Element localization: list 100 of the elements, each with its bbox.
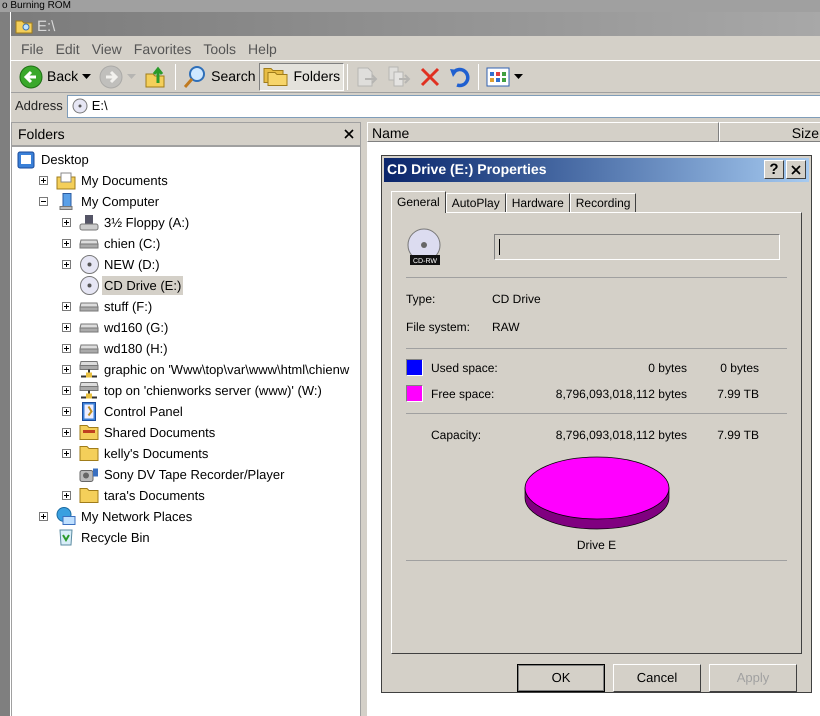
tree-item[interactable]: 3½ Floppy (A:)	[102, 212, 192, 232]
folder-icon	[79, 446, 99, 461]
tab[interactable]: AutoPlay	[446, 192, 506, 212]
field-value: 7.99 TB	[716, 426, 759, 444]
field-value: 7.99 TB	[716, 386, 759, 403]
menu-item[interactable]: Help	[242, 38, 283, 60]
folders-button[interactable]: Folders	[259, 62, 344, 90]
tree-item[interactable]: chien (C:)	[102, 234, 162, 254]
floppy-drive-icon	[79, 214, 99, 230]
field-value: 0 bytes	[719, 360, 759, 377]
expand-toggle[interactable]	[62, 428, 71, 437]
folders-icon	[263, 66, 290, 86]
close-button[interactable]	[344, 129, 354, 139]
tree-item[interactable]: wd180 (H:)	[102, 338, 170, 358]
network-drive-icon	[79, 382, 99, 399]
tree-item[interactable]: CD Drive (E:)	[102, 276, 184, 296]
tree-item[interactable]: Recycle Bin	[79, 528, 152, 548]
field-label: Type:	[406, 290, 436, 308]
folder-icon	[15, 20, 33, 34]
hard-drive-icon	[79, 322, 99, 332]
tree-item[interactable]: stuff (F:)	[102, 296, 154, 316]
dialog-button[interactable]: OK	[517, 664, 605, 692]
caret-icon	[514, 74, 524, 79]
caret-icon	[82, 74, 92, 79]
hard-drive-icon	[79, 238, 99, 248]
tree-item[interactable]: NEW (D:)	[102, 254, 162, 274]
control-panel-icon	[82, 402, 96, 421]
address-field[interactable]: E:\	[66, 94, 820, 118]
menu-item[interactable]: File	[15, 38, 50, 60]
network-drive-icon	[79, 361, 99, 378]
menu-item[interactable]: Favorites	[128, 38, 198, 60]
views-icon	[486, 66, 510, 86]
chart-caption: Drive E	[576, 536, 616, 554]
tree-item[interactable]: My Network Places	[79, 506, 194, 526]
close-icon	[344, 129, 354, 139]
copy-to-icon	[387, 64, 412, 88]
hard-drive-icon	[79, 302, 99, 312]
delete-icon	[419, 66, 442, 88]
address-label: Address	[14, 97, 64, 116]
tree-item[interactable]: My Computer	[79, 192, 162, 212]
undo-icon	[449, 66, 472, 88]
tree-item[interactable]: top on 'chienworks server (www)' (W:)	[102, 380, 324, 400]
tree-item[interactable]: My Documents	[79, 170, 170, 190]
menu-item[interactable]: Tools	[197, 38, 242, 60]
dialog-button[interactable]: Cancel	[613, 664, 701, 692]
expand-toggle[interactable]	[62, 365, 71, 374]
tab[interactable]: General	[391, 190, 446, 213]
expand-toggle[interactable]	[62, 407, 71, 416]
tree-item[interactable]: graphic on 'Www\top\var\www\html\chienw	[102, 360, 352, 380]
expand-toggle[interactable]	[62, 260, 71, 269]
tab[interactable]: Recording	[570, 192, 636, 212]
expand-toggle[interactable]	[62, 239, 71, 248]
tree-item[interactable]: Control Panel	[102, 402, 185, 422]
tree-item[interactable]: Desktop	[39, 150, 91, 170]
help-button[interactable]: ?	[764, 160, 784, 180]
shared-folder-icon	[79, 425, 99, 440]
field-value: 8,796,093,018,112 bytes	[554, 426, 687, 444]
back-button[interactable]: Back	[15, 62, 96, 90]
pane-title: Folders	[18, 124, 65, 144]
field-value: 0 bytes	[647, 360, 687, 377]
tree-item[interactable]: tara's Documents	[102, 486, 207, 506]
tab[interactable]: Hardware	[506, 192, 570, 212]
expand-toggle[interactable]	[62, 491, 71, 500]
menu-item[interactable]: Edit	[50, 38, 86, 60]
column-header[interactable]: Name	[367, 122, 719, 142]
expand-toggle[interactable]	[39, 176, 48, 185]
recycle-bin-icon	[59, 529, 73, 546]
tree-item[interactable]: wd160 (G:)	[102, 318, 170, 338]
hard-drive-icon	[79, 344, 99, 354]
field-value: RAW	[492, 318, 520, 336]
search-button[interactable]: Search	[179, 62, 260, 90]
expand-toggle[interactable]	[62, 218, 71, 227]
tree-item[interactable]: Sony DV Tape Recorder/Player	[102, 464, 286, 484]
collapse-toggle[interactable]	[39, 197, 48, 206]
expand-toggle[interactable]	[62, 386, 71, 395]
column-header[interactable]: Size	[719, 122, 820, 142]
expand-toggle[interactable]	[62, 449, 71, 458]
close-icon	[791, 164, 801, 175]
network-places-icon	[56, 507, 76, 526]
expand-toggle[interactable]	[62, 302, 71, 311]
menu-item[interactable]: View	[86, 38, 128, 60]
drive-name-field[interactable]	[494, 234, 780, 260]
move-to-icon	[355, 64, 380, 88]
tree-item[interactable]: Shared Documents	[102, 422, 218, 442]
cd-icon	[72, 98, 88, 114]
expand-toggle[interactable]	[39, 512, 48, 521]
cd-icon	[80, 255, 98, 274]
field-value: CD Drive	[492, 290, 541, 308]
field-label: File system:	[406, 318, 472, 336]
tree-item[interactable]: kelly's Documents	[102, 444, 210, 464]
field-label: Free space:	[431, 386, 496, 403]
dialog-title: CD Drive (E:) Properties	[387, 160, 546, 180]
field-label: Used space:	[431, 360, 499, 377]
field-label: Capacity:	[431, 426, 482, 444]
documents-folder-icon	[56, 172, 76, 190]
expand-toggle[interactable]	[62, 344, 71, 353]
cd-icon	[80, 276, 98, 295]
expand-toggle[interactable]	[62, 323, 71, 332]
desktop-icon	[17, 150, 35, 168]
field-value: 8,796,093,018,112 bytes	[554, 386, 687, 403]
